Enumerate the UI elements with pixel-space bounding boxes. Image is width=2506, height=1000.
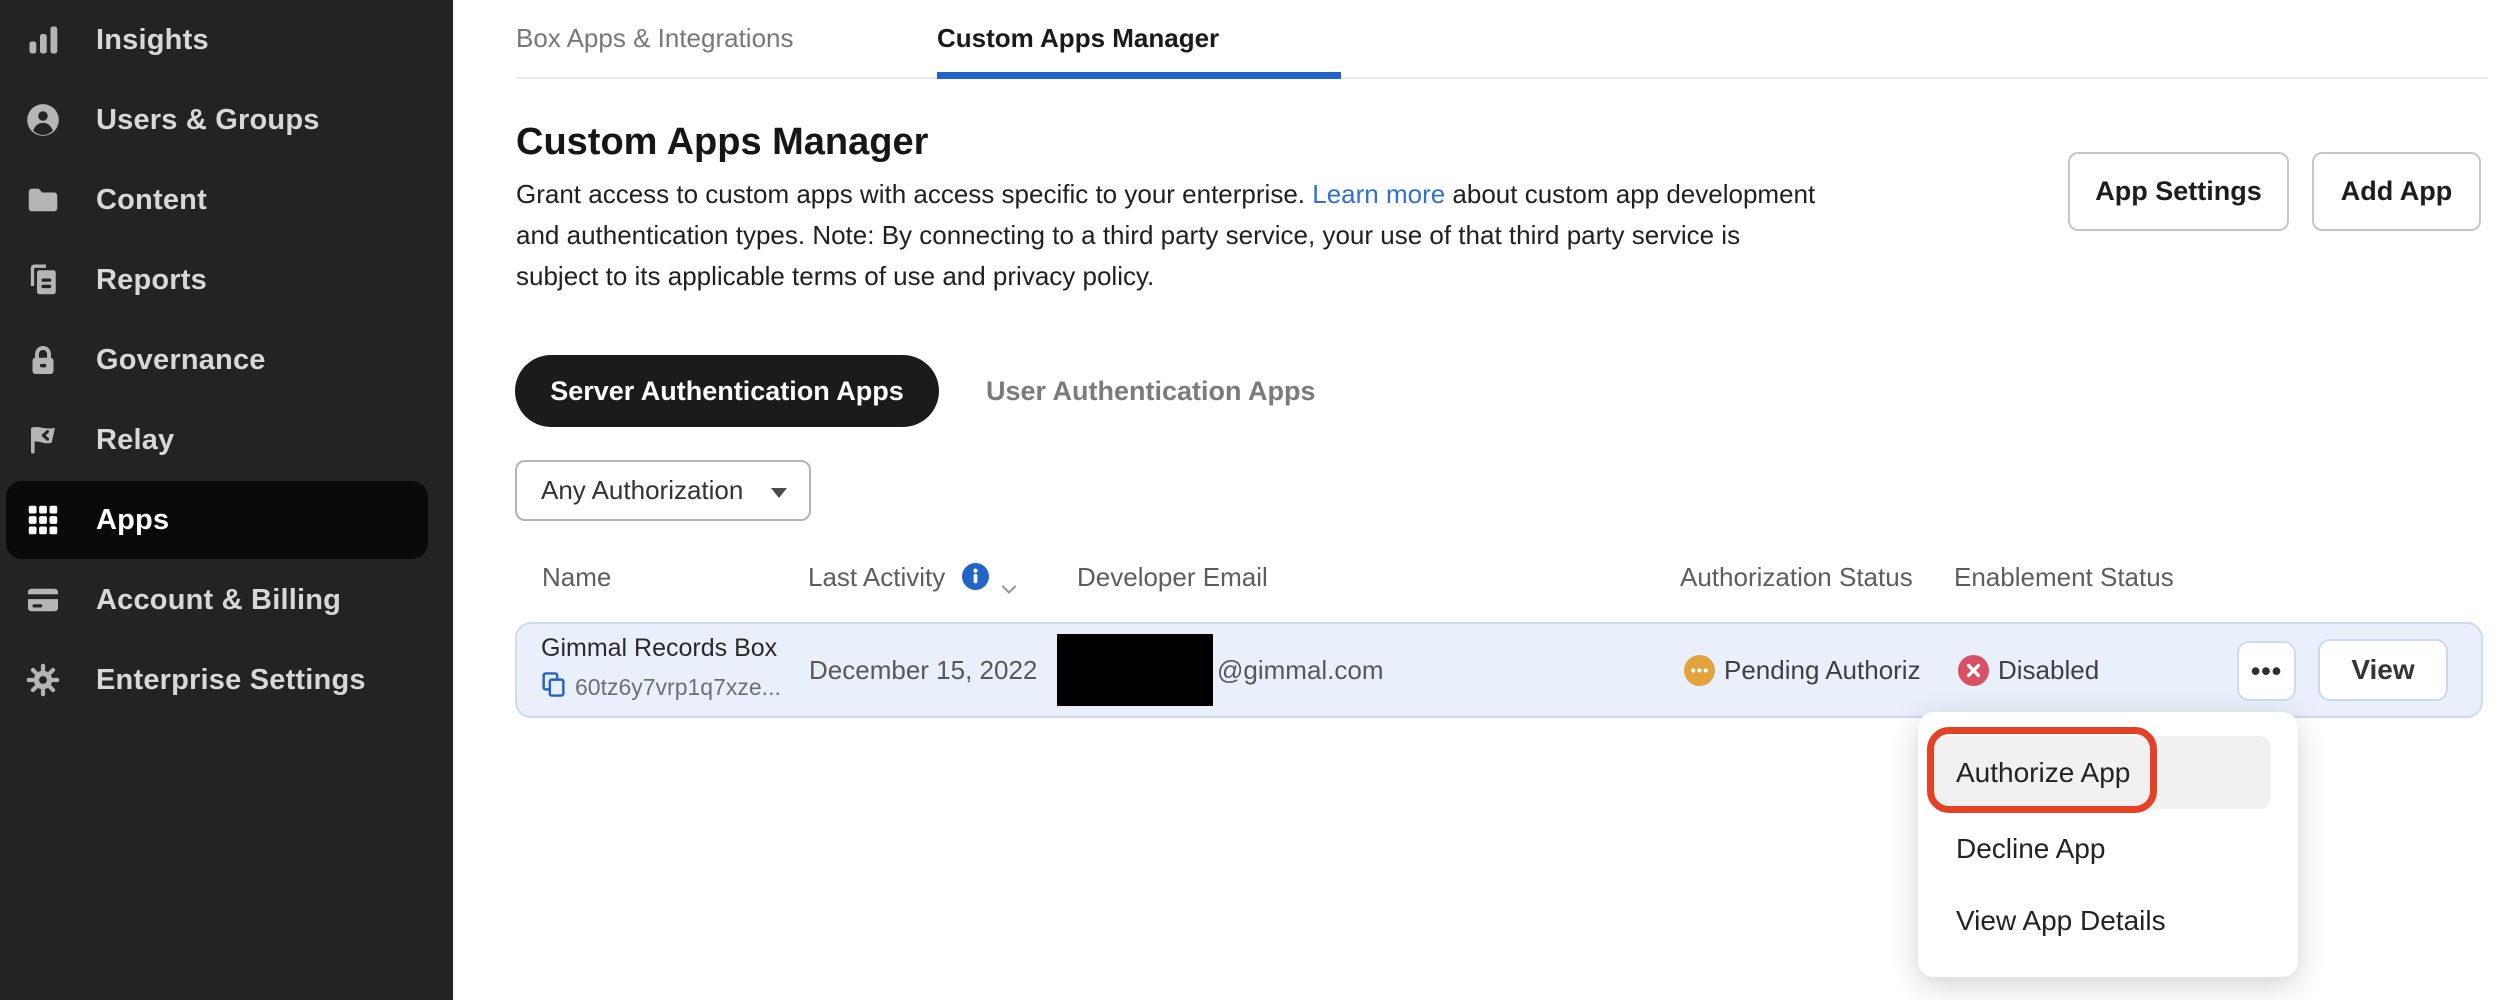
sidebar-item-label: Enterprise Settings [96,664,366,697]
caret-down-icon [771,488,787,498]
pending-status-icon [1684,655,1715,686]
ellipsis-icon: ••• [2251,658,2282,685]
app-settings-button[interactable]: App Settings [2068,152,2289,231]
menu-item-decline-app[interactable]: Decline App [1934,812,2270,885]
sidebar-item-label: Account & Billing [96,584,341,617]
report-icon [24,261,62,299]
flag-icon [24,421,62,459]
sidebar-item-enterprise-settings[interactable]: Enterprise Settings [0,640,453,720]
tab-box-apps-integrations[interactable]: Box Apps & Integrations [516,0,794,77]
user-authentication-apps-tab[interactable]: User Authentication Apps [986,355,1316,427]
last-activity-value: December 15, 2022 [809,624,1037,716]
app-name: Gimmal Records Box [541,634,777,663]
grid-icon [24,501,62,539]
sort-chevron-down-icon[interactable] [1000,572,1018,603]
sidebar-item-label: Apps [96,504,169,537]
description-line-3: subject to its applicable terms of use a… [516,256,2016,297]
more-actions-button[interactable]: ••• [2237,641,2296,701]
disabled-status-icon [1958,655,1989,686]
page-description: Grant access to custom apps with access … [516,174,2016,297]
gear-icon [24,661,62,699]
info-icon[interactable] [962,563,989,597]
tab-bar: Box Apps & Integrations Custom Apps Mana… [516,0,2488,79]
sidebar-item-apps[interactable]: Apps [0,480,453,560]
description-line-1: Grant access to custom apps with access … [516,174,2016,215]
sidebar-item-label: Content [96,184,207,217]
active-tab-underline [937,72,1341,79]
folder-icon [24,181,62,219]
bar-chart-icon [24,21,62,59]
tab-custom-apps-manager[interactable]: Custom Apps Manager [937,0,1341,77]
column-header-last-activity[interactable]: Last Activity [808,560,945,594]
sidebar-item-label: Relay [96,424,174,457]
column-header-developer-email: Developer Email [1077,560,1268,594]
sidebar-item-users-groups[interactable]: Users & Groups [0,80,453,160]
lock-icon [24,341,62,379]
sidebar: Insights Users & Groups Content [0,0,453,1000]
learn-more-link[interactable]: Learn more [1312,179,1445,209]
sidebar-item-governance[interactable]: Governance [0,320,453,400]
add-app-button[interactable]: Add App [2312,152,2481,231]
sidebar-item-label: Insights [96,24,209,57]
server-authentication-apps-tab[interactable]: Server Authentication Apps [515,355,939,427]
sidebar-item-insights[interactable]: Insights [0,0,453,80]
sidebar-item-label: Governance [96,344,266,377]
column-header-authorization-status: Authorization Status [1680,560,1913,594]
users-icon [24,101,62,139]
column-header-enablement-status: Enablement Status [1954,560,2174,594]
column-header-name: Name [542,560,611,594]
authorization-status-value: Pending Authorization [1724,624,1921,716]
table-row: Gimmal Records Box 60tz6y7vrp1q7xze... D… [515,622,2483,718]
developer-email-domain: @gimmal.com [1217,624,1384,716]
sidebar-item-label: Reports [96,264,207,297]
authorization-filter-value: Any Authorization [541,475,743,506]
sidebar-item-relay[interactable]: Relay [0,400,453,480]
menu-item-authorize-app[interactable]: Authorize App [1934,736,2270,809]
description-line-2: and authentication types. Note: By conne… [516,215,2016,256]
sidebar-item-label: Users & Groups [96,104,320,137]
authorization-filter-dropdown[interactable]: Any Authorization [515,460,811,521]
menu-item-view-app-details[interactable]: View App Details [1934,884,2270,957]
sidebar-item-content[interactable]: Content [0,160,453,240]
sidebar-item-reports[interactable]: Reports [0,240,453,320]
page-title: Custom Apps Manager [516,121,928,164]
app-id: 60tz6y7vrp1q7xze... [575,674,781,701]
credit-card-icon [24,581,62,619]
redacted-email-block [1057,634,1213,706]
enablement-status-value: Disabled [1998,624,2099,716]
row-actions-menu: Authorize App Decline App View App Detai… [1918,712,2298,977]
admin-console: Insights Users & Groups Content [0,0,2506,1000]
copy-icon[interactable] [541,671,566,698]
table-header: Name Last Activity Developer Email Autho… [0,560,2506,594]
view-button[interactable]: View [2318,639,2448,701]
